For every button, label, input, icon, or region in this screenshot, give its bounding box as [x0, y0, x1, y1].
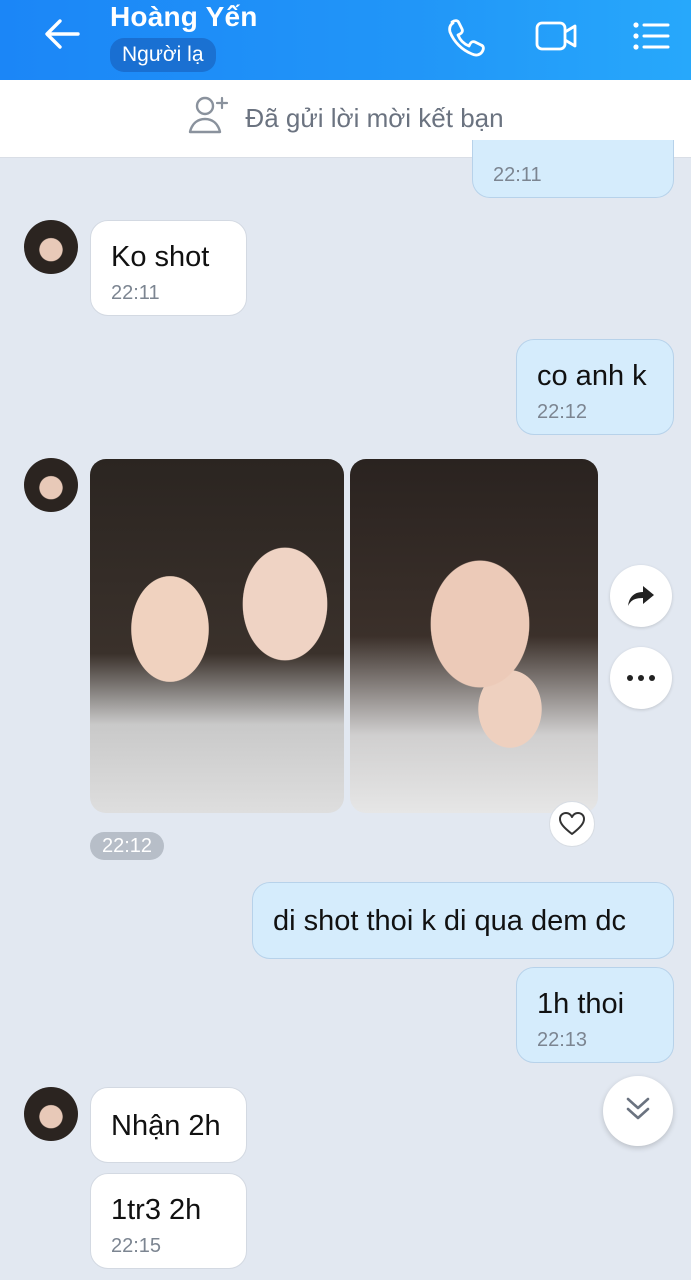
- photo-attachment[interactable]: [90, 459, 344, 813]
- video-call-icon[interactable]: [532, 14, 580, 58]
- message-text: co anh k: [537, 360, 647, 392]
- stranger-badge: Người lạ: [110, 38, 216, 72]
- heart-icon[interactable]: [549, 801, 595, 847]
- message-text: 1tr3 2h: [111, 1194, 202, 1226]
- more-options-icon[interactable]: [610, 647, 672, 709]
- contact-avatar[interactable]: [24, 220, 78, 274]
- message-bubble-out[interactable]: 1h thoi 22:13: [516, 967, 674, 1063]
- message-bubble-out[interactable]: co anh k 22:12: [516, 339, 674, 435]
- phone-call-icon[interactable]: [440, 14, 488, 58]
- double-chevron-down-icon: [623, 1094, 653, 1129]
- message-bubble-out[interactable]: 22:11: [472, 140, 674, 198]
- message-bubble-out[interactable]: di shot thoi k di qua dem dc: [252, 882, 674, 959]
- contact-avatar[interactable]: [24, 458, 78, 512]
- message-bubble-in[interactable]: 1tr3 2h 22:15: [90, 1173, 247, 1269]
- message-time: 22:12: [537, 401, 588, 423]
- message-text: di shot thoi k di qua dem dc: [273, 905, 627, 937]
- message-text: Ko shot: [111, 241, 210, 273]
- chat-header: Hoàng Yến Người lạ: [0, 0, 691, 80]
- message-bubble-in[interactable]: Nhận 2h: [90, 1087, 247, 1163]
- photo-attachment[interactable]: [350, 459, 598, 813]
- add-friend-icon: [187, 94, 233, 143]
- scroll-to-bottom-button[interactable]: [603, 1076, 673, 1146]
- message-time: 22:11: [493, 164, 542, 186]
- share-forward-icon[interactable]: [610, 565, 672, 627]
- menu-list-icon[interactable]: [628, 14, 676, 58]
- friend-request-label: Đã gửi lời mời kết bạn: [245, 103, 504, 133]
- message-text: Nhận 2h: [111, 1110, 221, 1142]
- back-arrow-icon[interactable]: [38, 12, 86, 56]
- contact-avatar[interactable]: [24, 1087, 78, 1141]
- message-time: 22:13: [537, 1029, 588, 1051]
- message-bubble-in[interactable]: Ko shot 22:11: [90, 220, 247, 316]
- message-time: 22:11: [111, 282, 160, 304]
- contact-name[interactable]: Hoàng Yến: [110, 1, 258, 33]
- message-time: 22:15: [111, 1235, 162, 1257]
- message-text: 1h thoi: [537, 988, 625, 1020]
- message-time: 22:12: [90, 832, 165, 860]
